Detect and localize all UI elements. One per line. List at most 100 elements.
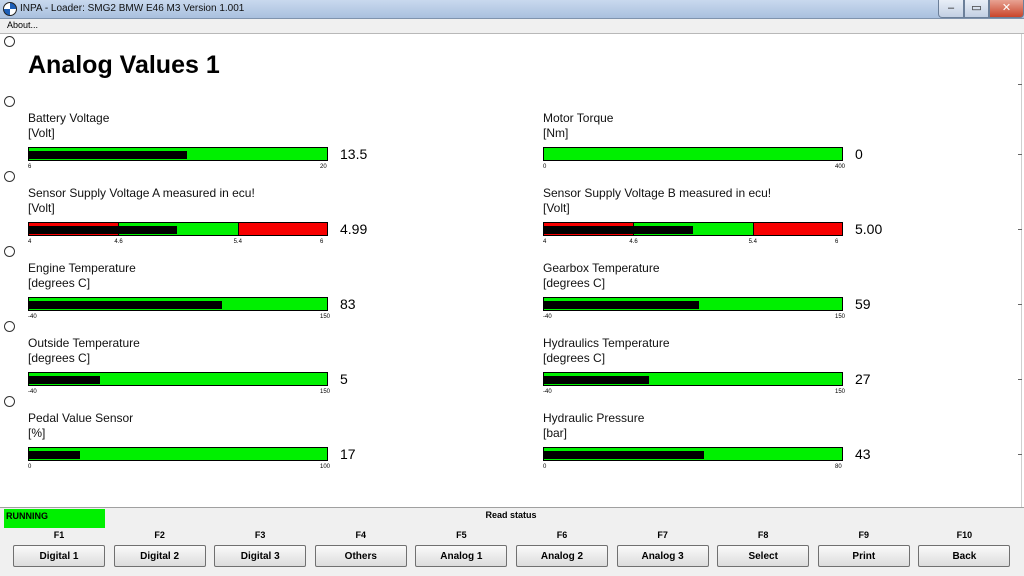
- bar-fill: [29, 376, 100, 384]
- fkey-label-f3: F3: [254, 530, 266, 540]
- divider: [1018, 154, 1022, 155]
- radio-button[interactable]: [4, 96, 15, 107]
- measure-value: 17: [340, 446, 356, 462]
- fkey-button-f1[interactable]: Digital 1: [13, 545, 105, 567]
- fkey-button-f10[interactable]: Back: [918, 545, 1011, 567]
- fkey-button-f8[interactable]: Select: [717, 545, 810, 567]
- measure-widget: Sensor Supply Voltage A measured in ecu!…: [28, 186, 408, 260]
- measure-label: Engine Temperature: [28, 261, 136, 275]
- measure-value: 13.5: [340, 146, 368, 162]
- measure-label: Motor Torque: [543, 111, 614, 125]
- measure-unit: [Volt]: [28, 201, 55, 215]
- measure-label: Pedal Value Sensor: [28, 411, 134, 425]
- measure-unit: [degrees C]: [28, 276, 91, 290]
- bar-fill: [29, 151, 187, 159]
- bar-zone-divider: [633, 223, 635, 235]
- scale-tick-label: -40: [28, 314, 37, 320]
- divider: [1018, 84, 1022, 85]
- fkey-button-f5[interactable]: Analog 1: [415, 545, 508, 567]
- fkey-button-f6[interactable]: Analog 2: [516, 545, 608, 567]
- scale-tick-label: 150: [835, 389, 846, 395]
- minimize-button[interactable]: –: [938, 0, 964, 18]
- scale-tick-label: 0: [543, 464, 547, 470]
- divider: [1018, 229, 1022, 230]
- scale-tick-label: 0: [28, 464, 32, 470]
- measure-value: 5: [340, 371, 348, 387]
- scale-tick-label: 6: [835, 239, 839, 245]
- radio-button[interactable]: [4, 321, 15, 332]
- measure-value: 27: [855, 371, 871, 387]
- measure-value: 4.99: [340, 221, 368, 237]
- scale-tick-label: 4: [543, 239, 547, 245]
- main-panel: Analog Values 1 Battery Voltage [Volt] 13.…: [0, 34, 1022, 507]
- measure-bar: [28, 147, 328, 161]
- scale-tick-label: 6: [320, 239, 324, 245]
- fkey-button-f9[interactable]: Print: [817, 545, 910, 567]
- bar-red-zone: [752, 223, 842, 235]
- divider: [1018, 304, 1022, 305]
- measure-unit: [bar]: [543, 426, 568, 440]
- scale-tick-label: -40: [28, 389, 37, 395]
- measure-label: Sensor Supply Voltage A measured in ecu!: [28, 186, 255, 200]
- fkey-label-f1: F1: [53, 530, 65, 540]
- scale-tick-label: 150: [320, 389, 331, 395]
- bmw-logo-icon: [3, 2, 17, 16]
- measure-bar: [543, 447, 843, 461]
- measure-unit: [%]: [28, 426, 46, 440]
- bar-fill: [544, 451, 705, 459]
- bar-fill: [29, 451, 80, 459]
- measure-bar: [543, 372, 843, 386]
- scale-tick-label: 100: [320, 464, 331, 470]
- measure-bar: [543, 297, 843, 311]
- measure-label: Sensor Supply Voltage B measured in ecu!: [543, 186, 772, 200]
- scale-tick-label: -40: [543, 389, 552, 395]
- measure-label: Hydraulics Temperature: [543, 336, 670, 350]
- measure-bar: [28, 447, 328, 461]
- measure-value: 43: [855, 446, 871, 462]
- measure-bar: [28, 372, 328, 386]
- fkey-button-f4[interactable]: Others: [314, 545, 407, 567]
- measure-value: 83: [340, 296, 356, 312]
- fkey-button-f7[interactable]: Analog 3: [616, 545, 709, 567]
- measure-widget: Pedal Value Sensor [%] 17 0 100: [28, 411, 408, 485]
- measure-widget: Sensor Supply Voltage B measured in ecu!…: [543, 186, 923, 260]
- menu-about[interactable]: About...: [7, 20, 38, 30]
- fkey-label-f5: F5: [456, 530, 467, 540]
- measure-unit: [Volt]: [543, 201, 570, 215]
- measure-unit: [Nm]: [543, 126, 569, 140]
- bar-zone-divider: [752, 223, 754, 235]
- window-title: INPA - Loader: SMG2 BMW E46 M3 Version 1…: [20, 3, 245, 14]
- fkey-button-f3[interactable]: Digital 3: [214, 545, 307, 567]
- fkey-label-f10: F10: [956, 530, 973, 540]
- maximize-button[interactable]: ▭: [964, 0, 989, 18]
- radio-button[interactable]: [4, 396, 15, 407]
- measure-widget: Outside Temperature [degrees C] 5 -40 150: [28, 336, 408, 410]
- scale-tick-label: 6: [28, 164, 32, 170]
- scale-tick-label: 5.4: [233, 239, 242, 245]
- measure-value: 0: [855, 146, 863, 162]
- scale-tick-label: -40: [543, 314, 552, 320]
- measure-bar: [543, 147, 843, 161]
- measure-label: Outside Temperature: [28, 336, 140, 350]
- radio-button[interactable]: [4, 171, 15, 182]
- scale-tick-label: 4.6: [629, 239, 638, 245]
- fkey-button-f2[interactable]: Digital 2: [113, 545, 206, 567]
- bar-fill: [29, 301, 222, 309]
- radio-button[interactable]: [4, 246, 15, 257]
- measure-unit: [degrees C]: [543, 351, 606, 365]
- radio-button[interactable]: [4, 36, 15, 47]
- measure-widget: Battery Voltage [Volt] 13.5 6 20: [28, 111, 408, 185]
- measure-value: 5.00: [855, 221, 883, 237]
- close-button[interactable]: ✕: [989, 0, 1024, 18]
- scale-tick-label: 400: [835, 164, 846, 170]
- measure-widget: Hydraulics Temperature [degrees C] 27 -40 15…: [543, 336, 923, 410]
- measure-bar: [543, 222, 843, 236]
- measure-widget: Hydraulic Pressure [bar] 43 0 80: [543, 411, 923, 485]
- scale-tick-label: 4.6: [114, 239, 123, 245]
- bar-zone-divider: [118, 223, 120, 235]
- measure-unit: [degrees C]: [28, 351, 91, 365]
- scale-tick-label: 0: [543, 164, 547, 170]
- measure-bar: [28, 222, 328, 236]
- scale-tick-label: 150: [320, 314, 331, 320]
- divider: [1018, 454, 1022, 455]
